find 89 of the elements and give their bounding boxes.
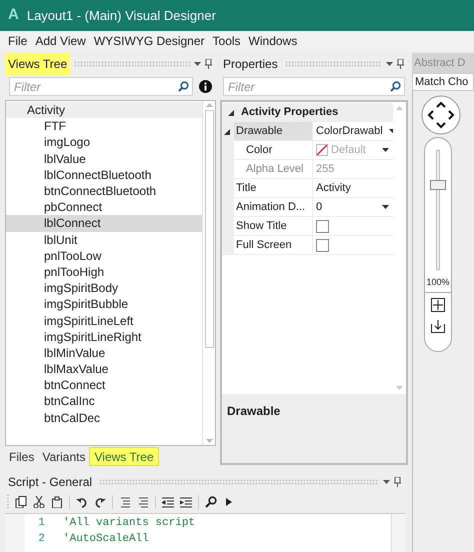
scrollbar[interactable] [202,101,215,445]
expand-icon[interactable] [224,128,230,134]
search-icon[interactable] [178,81,189,92]
tree-item[interactable]: FTF [6,118,202,134]
pin-icon[interactable] [397,59,404,69]
line-number: 2 [37,532,45,547]
property-label: Full Screen [235,238,292,253]
code-line: 'All variants script [63,516,196,531]
menu-item[interactable]: WYSIWYG Designer [90,32,209,50]
tree-item[interactable]: lblMaxValue [6,361,202,378]
tree-item[interactable]: pnlTooHigh [6,264,202,280]
tree-item[interactable]: pbConnect [6,199,202,216]
tree-item[interactable]: imgSpiritBubble [6,296,202,312]
tree-item[interactable]: imgLogo [6,134,202,151]
menu-item[interactable]: File [4,32,32,50]
app-logo: A [8,5,19,26]
filter-field[interactable]: Filter [223,77,405,96]
dropdown-arrow-icon [382,205,389,209]
search-icon[interactable] [205,496,217,508]
code-line: 'AutoScaleAll [63,532,149,547]
import-icon[interactable] [431,318,445,332]
tree-item[interactable]: imgSpiritLineLeft [6,312,202,329]
tree-item[interactable]: lblValue [6,150,202,167]
description-title: Drawable [227,404,280,418]
tree-item[interactable]: btnConnect [6,377,202,394]
code-editor[interactable]: 1 'All variants script 2 'AutoScaleAll [5,513,405,552]
fit-icon[interactable] [431,298,445,312]
dropdown-arrow-icon[interactable] [383,480,390,484]
pin-icon[interactable] [394,477,401,487]
checkbox[interactable] [316,220,329,232]
panel-tab[interactable]: Files [5,447,38,466]
tree-item[interactable]: lblUnit [6,232,202,248]
undo-icon[interactable] [76,496,88,508]
dropdown-value: 0 [316,200,322,215]
dropdown[interactable]: 0 [312,198,393,217]
comment-icon[interactable] [119,496,131,508]
scrollbar[interactable] [391,514,405,552]
zoom-label: 100% [426,276,450,289]
panel-title: Script - General [7,474,94,491]
property-label: Drawable [235,124,282,139]
tree-item[interactable]: pnlTooLow [6,248,202,264]
zoom-slider[interactable] [430,150,446,270]
dropdown-value: ColorDrawabl [316,124,383,139]
property-label: Alpha Level [245,162,304,177]
panel-tab[interactable]: Variants [38,447,90,466]
color-swatch-icon [316,144,328,156]
menu-item[interactable]: Tools [208,32,245,50]
property-label: Title [235,180,256,196]
paste-icon[interactable] [51,496,63,508]
redo-icon[interactable] [94,496,106,508]
menu-item[interactable]: Add View [31,32,90,50]
tree-item[interactable]: imgSpiritLineRight [6,328,202,345]
uncomment-icon[interactable] [137,496,149,508]
tree-item[interactable]: lblMinValue [6,344,202,361]
panel-title: Properties [222,56,279,73]
tree-item[interactable]: Activity [6,102,202,118]
search-icon[interactable] [390,81,401,92]
slider-thumb[interactable] [430,180,446,190]
panel-tab[interactable]: Views Tree [89,447,159,466]
tree-item[interactable]: lblConnectBluetooth [6,166,202,183]
cut-icon[interactable] [33,496,45,508]
info-icon[interactable] [199,80,212,93]
copy-icon[interactable] [15,496,27,508]
panel-title: Views Tree [5,53,70,75]
property-label: Show Title [235,218,287,234]
line-number: 1 [37,516,45,531]
navigation-pad-icon[interactable] [421,95,461,135]
tree-item[interactable]: imgSpiritBody [6,280,202,296]
pin-icon[interactable] [205,59,212,69]
dropdown-arrow-icon [382,148,389,152]
tree-item[interactable]: btnCalDec [6,410,202,426]
property-label: Color [245,142,272,158]
property-label: Animation D... [235,200,306,215]
dropdown-arrow-icon[interactable] [194,62,201,66]
expand-icon[interactable] [228,110,234,116]
dropdown-value: Default [331,142,366,158]
dropdown-arrow-icon[interactable] [386,62,393,66]
property-value: 255 [316,162,334,177]
tree-item[interactable]: lblConnect [6,215,202,232]
menu-item[interactable]: Windows [244,32,302,50]
indent-icon[interactable] [180,496,192,508]
filter-field[interactable]: Filter [9,77,193,96]
layout-dropdown[interactable]: Match Cho [412,73,474,91]
window-title: Layout1 - (Main) Visual Designer [26,6,216,25]
tree-item[interactable]: btnConnectBluetooth [6,182,202,200]
scroll-thumb[interactable] [204,110,214,348]
outdent-icon[interactable] [162,496,174,508]
checkbox[interactable] [316,238,329,252]
tree-item[interactable]: btnCalInc [6,393,202,410]
